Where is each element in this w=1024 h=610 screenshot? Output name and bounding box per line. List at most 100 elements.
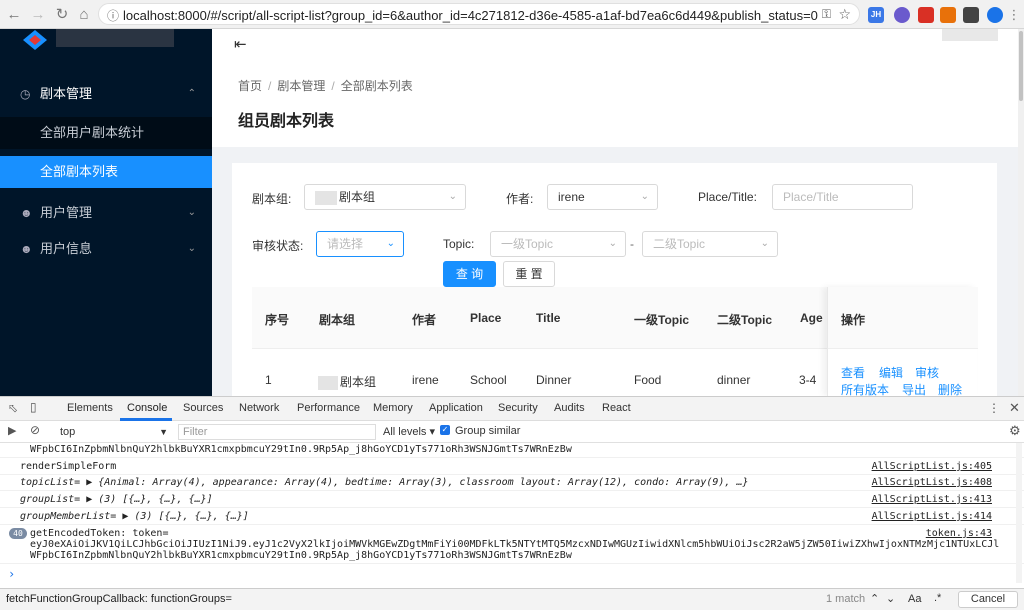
page-header: 首页 / 剧本管理 / 全部剧本列表 组员剧本列表 <box>212 63 1018 147</box>
sidebar-item-label: 全部剧本列表 <box>40 164 119 179</box>
back-icon[interactable]: ← <box>4 5 24 25</box>
author-select[interactable]: irene ⌄ <box>547 184 658 210</box>
console-line: topicList= ▶ {Animal: Array(4), appearan… <box>0 477 1010 488</box>
review-link[interactable]: 审核 <box>915 364 939 381</box>
sidebar-item-all-scripts[interactable]: 全部剧本列表 <box>0 156 212 188</box>
tab-application[interactable]: Application <box>429 402 483 414</box>
address-bar[interactable]: ⓘ localhost:8000/#/script/all-script-lis… <box>98 3 860 25</box>
topic2-select[interactable]: 二级Topic ⌄ <box>642 231 778 257</box>
clear-console-icon[interactable]: ⊘ <box>30 423 40 437</box>
close-icon[interactable]: ✕ <box>1009 400 1020 416</box>
menu-user-info[interactable]: ☻ 用户信息 ⌄ <box>0 231 212 267</box>
caret-down-icon: ▼ <box>159 427 168 437</box>
console-text[interactable]: groupList= ▶ (3) [{…}, {…}, {…}] <box>20 494 213 505</box>
source-link[interactable]: AllScriptList.js:414 <box>872 511 992 522</box>
info-icon[interactable]: ⓘ <box>107 7 119 24</box>
tab-network[interactable]: Network <box>239 402 279 414</box>
repeat-count-badge: 40 <box>9 528 27 539</box>
breadcrumb-script-management[interactable]: 剧本管理 <box>277 79 325 93</box>
tab-memory[interactable]: Memory <box>373 402 413 414</box>
group-similar-checkbox[interactable]: ✓ <box>440 425 450 435</box>
author-select-value: irene <box>558 190 585 204</box>
cell-index: 1 <box>265 373 272 387</box>
chevron-down-icon[interactable]: ⌄ <box>886 592 895 605</box>
cancel-button[interactable]: Cancel <box>958 591 1018 608</box>
scrollbar-thumb[interactable] <box>1019 31 1023 101</box>
divider <box>0 474 1024 475</box>
url-text: localhost:8000/#/script/all-script-list?… <box>123 8 818 23</box>
menu-script-management[interactable]: ◷ 剧本管理 ⌃ <box>0 76 212 112</box>
operations-header: 操作 <box>828 287 978 349</box>
page-scrollbar[interactable] <box>1018 29 1024 396</box>
tab-security[interactable]: Security <box>498 402 538 414</box>
extension-orange-icon[interactable] <box>940 7 956 23</box>
regex-toggle[interactable]: .* <box>934 592 941 604</box>
console-text[interactable]: groupMemberList= ▶ (3) [{…}, {…}, {…}] <box>20 511 249 522</box>
device-toggle-icon[interactable]: ▯ <box>30 400 37 414</box>
extension-x-icon[interactable] <box>987 7 1003 23</box>
user-icon: ☻ <box>20 206 33 220</box>
devtools-panel: ⬁ ▯ Elements Console Sources Network Per… <box>0 396 1024 610</box>
console-line: 40 getEncodedToken: token= token.js:43 <box>0 528 1010 539</box>
menu-fold-icon[interactable]: ⇤ <box>234 35 247 53</box>
tab-console[interactable]: Console <box>127 402 167 414</box>
edit-link[interactable]: 编辑 <box>879 364 903 381</box>
settings-gear-icon[interactable]: ⚙ <box>1009 423 1021 439</box>
extension-jh-icon[interactable]: JH <box>868 7 884 23</box>
tab-sources[interactable]: Sources <box>183 402 223 414</box>
divider <box>0 524 1024 525</box>
col-header-topic2: 二级Topic <box>717 313 773 327</box>
sidebar-toggle-icon[interactable]: ▶ <box>8 424 16 437</box>
source-link[interactable]: token.js:43 <box>926 528 992 539</box>
view-link[interactable]: 查看 <box>841 364 865 381</box>
reload-icon[interactable]: ↻ <box>52 5 72 25</box>
tab-elements[interactable]: Elements <box>67 402 113 414</box>
source-link[interactable]: AllScriptList.js:408 <box>872 477 992 488</box>
inspect-icon[interactable]: ⬁ <box>8 401 18 415</box>
filter-input[interactable]: Filter <box>178 424 376 440</box>
devtools-menu-icon[interactable]: ⋮ <box>988 401 1000 415</box>
avatar[interactable] <box>942 29 998 41</box>
extension-circle-icon[interactable] <box>894 7 910 23</box>
console-line: eyJ0eXAiOiJKV1QiLCJhbGciOiJIUzI1NiJ9.eyJ… <box>30 539 1000 550</box>
console-line: groupMemberList= ▶ (3) [{…}, {…}, {…}] A… <box>0 511 1010 522</box>
reset-button[interactable]: 重 置 <box>503 261 555 287</box>
context-select[interactable]: top ▼ <box>56 424 170 440</box>
tab-performance[interactable]: Performance <box>297 402 360 414</box>
cell-author: irene <box>412 373 439 387</box>
tab-react[interactable]: React <box>602 402 631 414</box>
status-select[interactable]: 请选择 ⌄ <box>316 231 404 257</box>
page-title: 组员剧本列表 <box>238 113 335 130</box>
menu-label: 剧本管理 <box>40 86 93 101</box>
browser-menu-icon[interactable]: ⋮ <box>1004 5 1024 25</box>
sidebar-item-user-stats[interactable]: 全部用户剧本统计 <box>0 117 212 149</box>
key-icon[interactable]: ⚿ <box>822 7 831 22</box>
user-icon: ☻ <box>20 242 33 256</box>
chevron-up-icon[interactable]: ⌃ <box>870 592 879 605</box>
group-select[interactable]: 剧本组 ⌄ <box>304 184 466 210</box>
home-icon[interactable]: ⌂ <box>74 5 94 25</box>
console-scrollbar[interactable] <box>1016 443 1022 583</box>
find-query-input[interactable]: fetchFunctionGroupCallback: functionGrou… <box>6 593 232 605</box>
menu-user-management[interactable]: ☻ 用户管理 ⌄ <box>0 195 212 231</box>
search-button[interactable]: 查 询 <box>443 261 496 287</box>
levels-select[interactable]: All levels ▾ <box>383 425 435 438</box>
search-table-card: 剧本组: 剧本组 ⌄ 作者: irene ⌄ Place/Title: Plac… <box>232 163 997 397</box>
topic1-select[interactable]: 一级Topic ⌄ <box>490 231 626 257</box>
cell-group-text: 剧本组 <box>340 375 377 389</box>
extension-red-icon[interactable] <box>918 7 934 23</box>
place-title-input[interactable]: Place/Title <box>772 184 913 210</box>
match-case-toggle[interactable]: Aa <box>908 593 921 605</box>
cell-age: 3-4 <box>799 373 817 387</box>
extension-qr-icon[interactable] <box>963 7 979 23</box>
console-prompt[interactable]: › <box>8 567 1018 581</box>
bookmark-star-icon[interactable]: ☆ <box>838 6 851 23</box>
tab-audits[interactable]: Audits <box>554 402 585 414</box>
console-text[interactable]: topicList= ▶ {Animal: Array(4), appearan… <box>20 477 748 488</box>
source-link[interactable]: AllScriptList.js:413 <box>872 494 992 505</box>
place-title-label: Place/Title: <box>698 190 757 204</box>
breadcrumb-separator: / <box>331 79 335 93</box>
breadcrumb-home[interactable]: 首页 <box>238 79 262 93</box>
source-link[interactable]: AllScriptList.js:405 <box>872 461 992 472</box>
forward-icon[interactable]: → <box>28 5 48 25</box>
